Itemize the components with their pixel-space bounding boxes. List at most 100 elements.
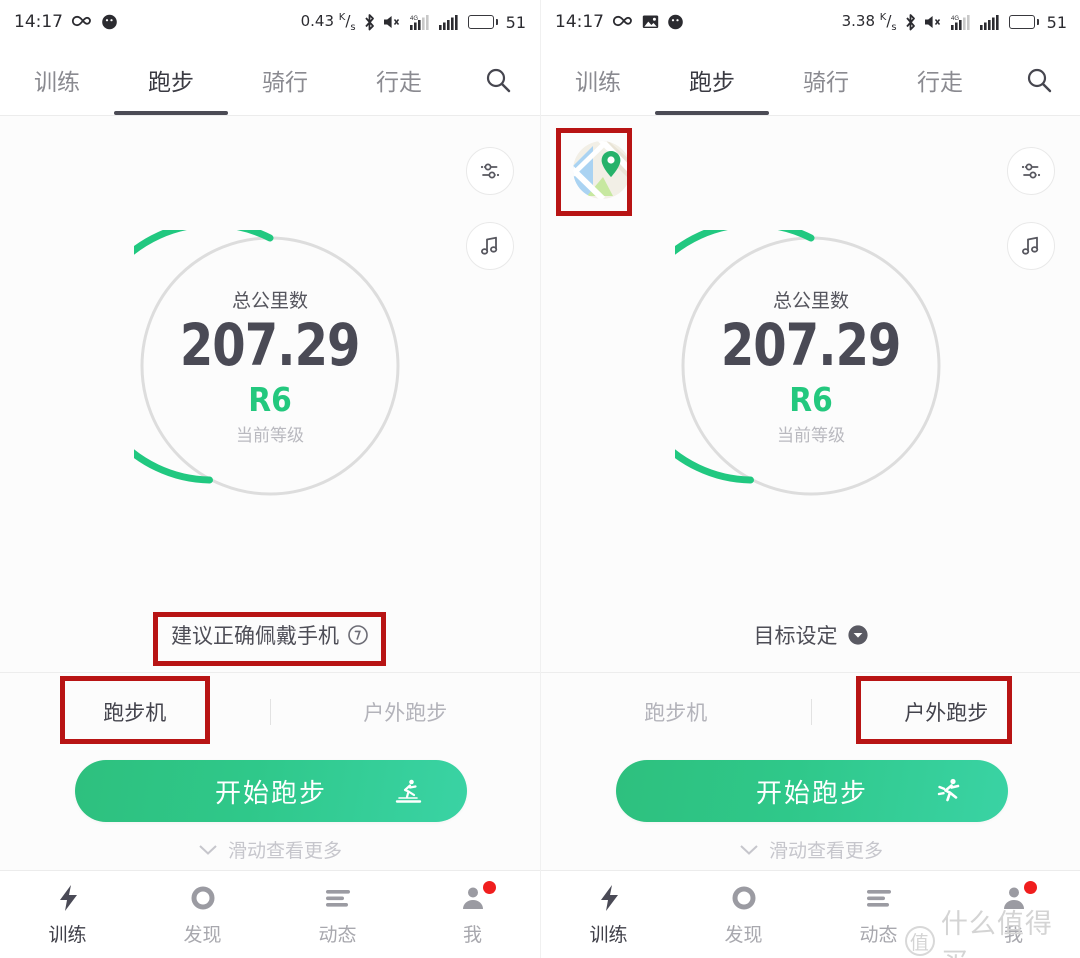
wear-hint-label: 建议正确佩戴手机: [171, 624, 339, 648]
tab-walking[interactable]: 行走: [342, 44, 456, 115]
gauge-label: 总公里数: [231, 290, 308, 313]
network-speed: 3.38 K/s: [841, 11, 897, 33]
site-watermark: 值 什么值得买: [905, 902, 1080, 958]
search-button[interactable]: [997, 44, 1080, 115]
nav-item-discover[interactable]: 发现: [676, 883, 811, 947]
chevron-down-icon: [198, 844, 218, 856]
status-bar: 14:17 0.43 K/s 4G 51: [0, 0, 540, 44]
infinity-icon: [612, 15, 634, 29]
signal-icon: [438, 14, 461, 31]
gauge-sublabel: 当前等级: [777, 425, 845, 446]
search-button[interactable]: [456, 44, 540, 115]
notification-badge: [482, 880, 496, 894]
signal-4g-icon: 4G: [409, 14, 432, 31]
tab-active-underline: [655, 111, 769, 115]
swipe-more-hint[interactable]: 滑动查看更多: [0, 836, 540, 863]
mode-treadmill[interactable]: 跑步机: [0, 697, 270, 727]
tab-label: 跑步: [148, 69, 194, 96]
sliders-icon: [477, 158, 503, 184]
settings-sliders-button[interactable]: [466, 147, 514, 195]
bluetooth-icon: [904, 13, 917, 32]
swipe-more-label: 滑动查看更多: [227, 840, 342, 862]
tab-label: 骑行: [803, 69, 849, 96]
settings-sliders-button[interactable]: [1007, 147, 1055, 195]
battery-icon: [467, 15, 498, 29]
nav-label: 我: [462, 923, 482, 946]
mode-outdoor[interactable]: 户外跑步: [812, 697, 1080, 727]
gauge-level: R6: [789, 380, 833, 420]
sliders-icon: [1018, 158, 1044, 184]
mute-icon: [383, 14, 403, 30]
lines-icon: [324, 886, 352, 910]
network-speed: 0.43 K/s: [300, 11, 356, 33]
start-run-button[interactable]: 开始跑步: [616, 760, 1008, 822]
nav-label: 动态: [859, 923, 898, 946]
swipe-more-label: 滑动查看更多: [768, 840, 883, 862]
tab-running[interactable]: 跑步: [655, 44, 769, 115]
tab-cycling[interactable]: 骑行: [769, 44, 883, 115]
signal-4g-icon: 4G: [950, 14, 973, 31]
top-tab-bar: 训练 跑步 骑行 行走: [0, 44, 540, 116]
wechat-icon: [667, 14, 684, 31]
notification-badge: [1023, 880, 1037, 894]
nav-item-discover[interactable]: 发现: [135, 883, 270, 947]
map-location-icon: [573, 141, 631, 199]
gauge-sublabel: 当前等级: [236, 425, 304, 446]
bottom-nav-bar: 训练 发现 动态 我: [0, 870, 540, 958]
goal-setting-label: 目标设定: [753, 624, 838, 648]
nav-item-training[interactable]: 训练: [541, 883, 676, 947]
mode-label: 户外跑步: [904, 701, 989, 725]
nav-item-training[interactable]: 训练: [0, 883, 135, 947]
circle-icon: [189, 884, 217, 912]
mode-outdoor[interactable]: 户外跑步: [271, 697, 541, 727]
nav-label: 发现: [724, 923, 763, 946]
tab-cycling[interactable]: 骑行: [228, 44, 342, 115]
start-run-label: 开始跑步: [755, 778, 868, 809]
gauge-level: R6: [248, 380, 292, 420]
distance-gauge: 总公里数 207.29 R6 当前等级: [134, 230, 406, 502]
goal-setting-row[interactable]: 目标设定: [541, 620, 1080, 650]
map-location-button[interactable]: [573, 141, 631, 199]
battery-percent: 51: [1046, 12, 1067, 32]
tab-label: 跑步: [689, 69, 735, 96]
nav-item-me[interactable]: 我: [405, 880, 540, 947]
nav-label: 训练: [48, 923, 87, 946]
tab-running[interactable]: 跑步: [114, 44, 228, 115]
music-button[interactable]: [466, 222, 514, 270]
start-run-button[interactable]: 开始跑步: [75, 760, 467, 822]
chevron-down-circle-icon[interactable]: [847, 624, 869, 646]
music-note-icon: [478, 234, 502, 258]
tab-label: 行走: [376, 69, 422, 96]
infinity-icon: [71, 15, 93, 29]
mode-label: 跑步机: [644, 701, 708, 725]
lightning-icon: [595, 883, 623, 913]
top-tab-bar: 训练 跑步 骑行 行走: [541, 44, 1080, 116]
tab-walking[interactable]: 行走: [883, 44, 997, 115]
distance-gauge: 总公里数 207.29 R6 当前等级: [675, 230, 947, 502]
watermark-text: 什么值得买: [940, 909, 1053, 958]
nav-item-feed[interactable]: 动态: [270, 883, 405, 947]
gauge-value: 207.29: [721, 311, 902, 380]
nav-label: 训练: [589, 923, 628, 946]
status-bar: 14:17 3.38 K/s 4G 51: [541, 0, 1080, 44]
mode-treadmill[interactable]: 跑步机: [541, 697, 811, 727]
watermark-logo-icon: 值: [905, 926, 935, 956]
lightning-icon: [54, 883, 82, 913]
bluetooth-icon: [363, 13, 376, 32]
battery-icon: [1008, 15, 1039, 29]
screenshot-root: 14:17 0.43 K/s 4G 51 训练 跑步 骑行 行走 总公里数 20…: [0, 0, 1080, 958]
lines-icon: [865, 886, 893, 910]
signal-icon: [979, 14, 1002, 31]
search-icon: [484, 66, 512, 94]
tab-training[interactable]: 训练: [541, 44, 655, 115]
tab-label: 骑行: [262, 69, 308, 96]
swipe-more-hint[interactable]: 滑动查看更多: [541, 836, 1080, 863]
nav-label: 动态: [318, 923, 357, 946]
tab-training[interactable]: 训练: [0, 44, 114, 115]
main-content: 总公里数 207.29 R6 当前等级 建议正确佩戴手机 跑步机 户外跑步 开始…: [0, 116, 540, 870]
wechat-icon: [101, 14, 118, 31]
music-button[interactable]: [1007, 222, 1055, 270]
gauge-value: 207.29: [180, 311, 361, 380]
wear-phone-hint[interactable]: 建议正确佩戴手机: [0, 620, 540, 650]
info-icon[interactable]: [347, 624, 369, 646]
